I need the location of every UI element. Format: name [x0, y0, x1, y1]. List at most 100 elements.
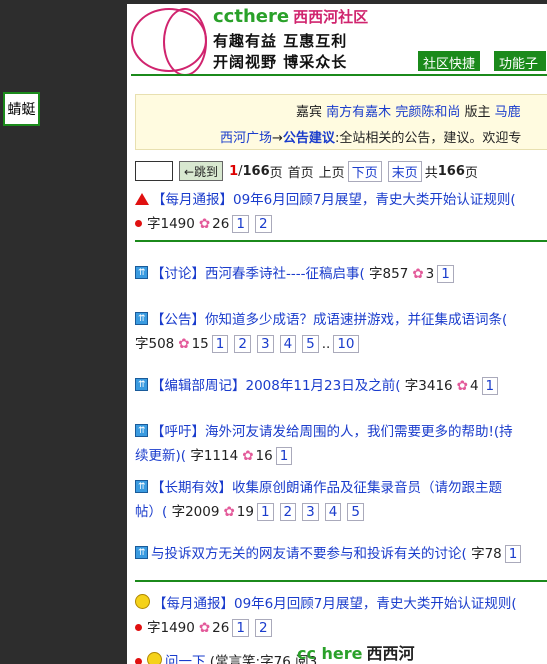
new-dot-icon [135, 624, 142, 631]
new-dot-icon [135, 220, 142, 227]
thread-page-link[interactable]: 1 [232, 215, 249, 233]
thread-page-link[interactable]: 2 [254, 215, 272, 233]
thread-word-count: 字78 [466, 546, 502, 562]
thread-page-link[interactable]: 1 [275, 447, 293, 465]
thread-title[interactable]: 【编辑部周记】2008年11月23日及之前( [151, 378, 400, 394]
thread-page-link[interactable]: 1 [437, 265, 454, 283]
thread-title[interactable]: 【讨论】西河春季诗社----征稿启事( [151, 266, 365, 282]
flower-icon: ✿ [198, 620, 211, 636]
thread-word-count: 字1114 [186, 448, 239, 464]
sticky-thread-icon [135, 475, 148, 499]
thread-item: 与投诉双方无关的网友请不要参与和投诉有关的讨论( 字781 [135, 541, 547, 566]
thread-page-link[interactable]: 3 [256, 335, 274, 353]
thread-flowers: 26 [212, 620, 230, 636]
guest-label: 嘉宾 [296, 105, 323, 120]
page-number-input[interactable] [135, 161, 173, 181]
thread-page-link[interactable]: 1 [232, 619, 249, 637]
thread-page-link[interactable]: 2 [254, 619, 272, 637]
thread-page-link[interactable]: 1 [504, 545, 522, 563]
moderator-link[interactable]: 马鹿 [495, 105, 521, 120]
thread-item: 【长期有效】收集原创朗诵作品及征集录音员（请勿跟主题 帖）( 字2009✿191… [135, 475, 547, 524]
thread-page-link[interactable]: 4 [279, 335, 297, 353]
thread-item: 【每月通报】09年6月回顾7月展望，青史大类开始认证规则( 字1490 ✿ 26 1 2 [135, 592, 547, 640]
next-page-link[interactable]: 下页 [347, 160, 382, 182]
thread-word-count: 字1490 [147, 216, 195, 232]
moderator-label: 版主 [464, 105, 491, 120]
thread-page-link[interactable]: 2 [234, 335, 251, 353]
breadcrumb-arrow: → [272, 131, 283, 146]
footer-brand: cc here 西西河 [297, 640, 415, 664]
hot-thread-icon [135, 193, 149, 205]
footer-brand-en: cc here [297, 644, 363, 663]
thread-page-link[interactable]: 3 [302, 503, 319, 521]
thread-flowers: 19 [236, 504, 254, 520]
thread-page-link[interactable]: 10 [333, 335, 359, 353]
last-page-link[interactable]: 末页 [387, 160, 422, 182]
smile-icon [135, 594, 150, 609]
sticky-thread-icon [135, 541, 148, 565]
header-divider [131, 74, 547, 76]
forum-info-box: 嘉宾 南方有嘉木 完颜陈和尚 版主 马鹿 西河广场→公告建议:全站相关的公告，建… [135, 94, 547, 150]
brand-cn: 西西河社区 [293, 8, 369, 26]
prev-page-link[interactable]: 上页 [319, 162, 345, 181]
breadcrumb: 西河广场→公告建议:全站相关的公告，建议。欢迎专 [220, 127, 521, 146]
sticky-thread-icon [135, 419, 148, 443]
section-divider [135, 580, 547, 582]
current-page: 1 [229, 163, 239, 179]
thread-flowers: 16 [255, 448, 273, 464]
flower-icon: ✿ [242, 448, 254, 464]
thread-flowers: 3 [425, 266, 435, 282]
total-suffix: 页 [464, 165, 478, 181]
thread-flowers: 15 [191, 336, 209, 352]
flower-icon: ✿ [223, 504, 235, 520]
slogan-line-2: 开阔视野 博采众长 [213, 53, 348, 71]
thread-title[interactable]: 【每月通报】09年6月回顾7月展望，青史大类开始认证规则( [153, 596, 517, 612]
sticky-thread-icon [135, 261, 148, 285]
breadcrumb-forum[interactable]: 公告建议 [283, 131, 335, 146]
sticky-thread-icon [135, 373, 148, 397]
first-page-link[interactable]: 首页 [288, 162, 314, 181]
thread-page-link[interactable]: 4 [324, 503, 342, 521]
moderators-row: 嘉宾 南方有嘉木 完颜陈和尚 版主 马鹿 [296, 101, 521, 120]
thread-title[interactable]: 【长期有效】收集原创朗诵作品及征集录音员（请勿跟主题 [151, 480, 502, 496]
flower-icon: ✿ [412, 266, 424, 282]
thread-word-count: 字857 [364, 266, 409, 282]
page-ellipsis: .. [321, 336, 331, 352]
flower-icon: ✿ [456, 378, 468, 394]
thread-page-link[interactable]: 5 [302, 335, 319, 353]
total-pages: 166 [437, 163, 465, 179]
flower-icon: ✿ [198, 216, 211, 232]
jump-button[interactable]: ←跳到 [179, 161, 224, 181]
thread-title-continued[interactable]: 帖）( [135, 504, 167, 520]
new-dot-icon [135, 658, 142, 664]
slogan-line-1: 有趣有益 互惠互利 [213, 32, 348, 50]
logo [131, 8, 207, 76]
total-prefix: 共 [424, 165, 438, 181]
breadcrumb-home[interactable]: 西河广场 [220, 131, 272, 146]
thread-word-count: 字3416 [400, 378, 453, 394]
thread-flowers: 4 [469, 378, 479, 394]
guest-link-1[interactable]: 南方有嘉木 [326, 105, 391, 120]
thread-page-link[interactable]: 5 [347, 503, 364, 521]
smile-icon [147, 652, 162, 664]
guest-link-2[interactable]: 完颜陈和尚 [395, 105, 460, 120]
thread-title[interactable]: 问一下 [165, 654, 206, 664]
thread-title-continued[interactable]: 续更新)( [135, 448, 186, 464]
thread-title[interactable]: 【公告】你知道多少成语？成语速拼游戏，并征集成语词条( [151, 312, 507, 328]
brand-title: ccthere 西西河社区 [213, 6, 368, 27]
thread-page-link[interactable]: 1 [211, 335, 229, 353]
thread-flowers: 26 [212, 216, 230, 232]
thread-item: 【每月通报】09年6月回顾7月展望，青史大类开始认证规则( 字1490 ✿ 26 1 2 [135, 188, 547, 236]
thread-title[interactable]: 【呼吁】海外河友请发给周围的人，我们需要更多的帮助!(持 [151, 424, 513, 440]
side-tab-dragonfly[interactable]: 蜻蜓 [3, 92, 40, 126]
thread-word-count: 字2009 [167, 504, 220, 520]
thread-title[interactable]: 与投诉双方无关的网友请不要参与和投诉有关的讨论( [151, 546, 467, 562]
thread-page-link[interactable]: 1 [256, 503, 274, 521]
thread-page-link[interactable]: 1 [481, 377, 499, 395]
thread-title[interactable]: 【每月通报】09年6月回顾7月展望，青史大类开始认证规则( [152, 192, 516, 208]
page-unit: 页 [269, 165, 283, 181]
sticky-thread-icon [135, 307, 148, 331]
community-quick-button[interactable]: 社区快捷 [417, 50, 482, 72]
function-submenu-button[interactable]: 功能子菜 [493, 50, 547, 91]
thread-page-link[interactable]: 2 [279, 503, 297, 521]
